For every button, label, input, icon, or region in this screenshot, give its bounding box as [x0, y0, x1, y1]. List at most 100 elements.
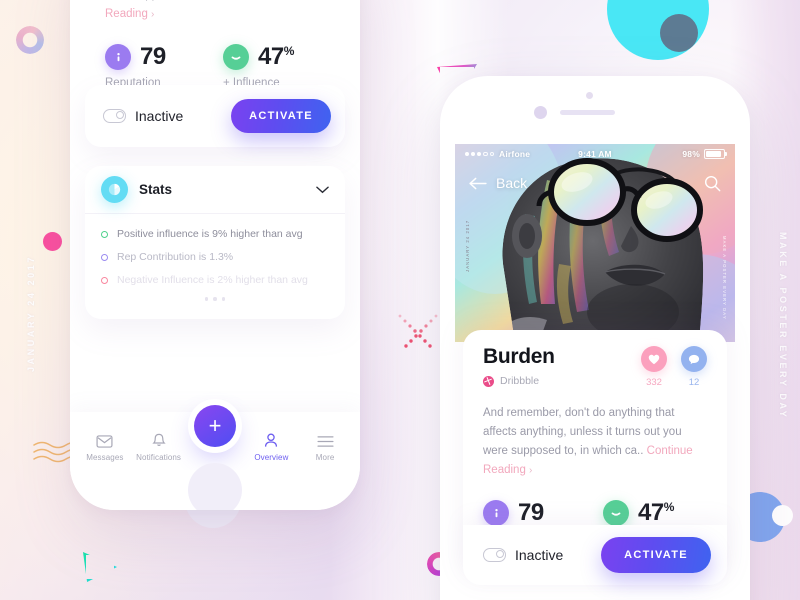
- left-activate-button[interactable]: ACTIVATE: [231, 99, 331, 133]
- left-metric-reputation-value: 79: [140, 43, 166, 70]
- poster-navbar: Back: [455, 166, 735, 200]
- white-dot-decoration: [772, 505, 793, 526]
- stats-row: Rep Contribution is 1.3%: [101, 251, 329, 263]
- right-detail-card: Burden Dribbble 332 12 And remember, don…: [463, 330, 727, 585]
- dotted-cross-decoration: [398, 314, 438, 348]
- status-bar: Airfone 9:41 AM 98%: [455, 144, 735, 164]
- hamburger-icon: [317, 435, 334, 448]
- right-action-bar: Inactive ACTIVATE: [463, 525, 727, 585]
- chevron-right-icon: ›: [151, 9, 155, 20]
- comment-stat[interactable]: 12: [681, 346, 707, 388]
- left-metric-influence: 47% + Influence: [223, 44, 294, 89]
- comment-count: 12: [688, 377, 700, 388]
- back-button[interactable]: Back: [469, 175, 527, 191]
- right-card-title: Burden: [483, 345, 555, 368]
- proximity-sensor-icon: [534, 106, 547, 119]
- chevron-down-icon[interactable]: [316, 186, 329, 194]
- right-metric-influence-number: 47: [638, 499, 664, 526]
- bell-icon: [151, 433, 166, 448]
- earpiece-speaker: [560, 110, 615, 115]
- neutral-face-icon: [603, 500, 629, 526]
- envelope-icon: [96, 435, 113, 448]
- right-inactive-toggle[interactable]: Inactive: [483, 547, 563, 563]
- left-continue-reading-link[interactable]: Continue Reading: [105, 0, 315, 20]
- right-card-body: And remember, don't do anything that aff…: [483, 404, 707, 480]
- stats-card-header[interactable]: Stats: [85, 166, 345, 214]
- right-card-social: 332 12: [641, 346, 707, 388]
- right-metric-influence-suffix: %: [663, 500, 675, 514]
- like-count: 332: [646, 377, 662, 388]
- person-icon: [264, 433, 278, 448]
- tab-overview-label: Overview: [254, 453, 289, 462]
- pager-dot[interactable]: [204, 297, 209, 301]
- back-button-label: Back: [496, 175, 528, 191]
- stats-pager-dots[interactable]: [101, 297, 329, 301]
- tab-more-label: More: [315, 453, 335, 462]
- tab-notifications-label: Notifications: [136, 453, 182, 462]
- left-phone-screen: And remember, don't do anything that aff…: [70, 0, 360, 510]
- left-article-body: And remember, don't do anything that aff…: [105, 0, 325, 24]
- left-metrics: 79 Reputation 47% + Influence: [105, 44, 325, 89]
- left-vertical-date-text: JANUARY 24 2017: [26, 255, 36, 373]
- stats-row: Positive influence is 9% higher than avg: [101, 228, 329, 240]
- stats-row-text: Positive influence is 9% higher than avg: [117, 228, 303, 240]
- neutral-face-icon: [223, 44, 249, 70]
- bullet-pink-icon: [101, 276, 108, 284]
- left-phone-home-button[interactable]: [188, 463, 242, 510]
- arrow-left-icon: [469, 177, 487, 190]
- tab-messages[interactable]: Messages: [78, 435, 132, 462]
- pager-dot[interactable]: [213, 297, 217, 301]
- left-action-card: Inactive ACTIVATE: [85, 85, 345, 147]
- right-card-source[interactable]: Dribbble: [483, 375, 555, 387]
- tab-notifications[interactable]: Notifications: [132, 433, 186, 462]
- right-card-header: Burden Dribbble 332 12: [463, 330, 727, 388]
- right-vertical-tagline-text: MAKE A POSTER EVERY DAY: [778, 232, 788, 420]
- search-icon: [704, 175, 721, 192]
- left-metric-influence-value: 47%: [258, 45, 294, 69]
- stats-card-title: Stats: [139, 182, 173, 197]
- tab-messages-label: Messages: [86, 453, 124, 462]
- right-toggle-label: Inactive: [515, 547, 564, 563]
- comment-icon: [681, 346, 707, 372]
- info-icon: [105, 44, 131, 70]
- left-inactive-toggle[interactable]: Inactive: [103, 108, 183, 124]
- bullet-green-icon: [101, 230, 108, 238]
- toggle-switch-icon[interactable]: [103, 109, 126, 123]
- pager-dot[interactable]: [221, 297, 226, 301]
- right-metric-influence-value: 47%: [638, 501, 674, 525]
- gradient-ring-decoration-top-left: [16, 26, 44, 54]
- tab-overview[interactable]: Overview: [245, 433, 299, 462]
- dribbble-icon: [483, 375, 494, 387]
- like-stat[interactable]: 332: [641, 346, 667, 388]
- left-metric-reputation: 79 Reputation: [105, 44, 223, 89]
- left-metric-influence-number: 47: [258, 43, 284, 70]
- screenshot-stage: JANUARY 24 2017 MAKE A POSTER EVERY DAY …: [0, 0, 800, 600]
- stats-list: Positive influence is 9% higher than avg…: [85, 214, 345, 301]
- stats-card: Stats Positive influence is 9% higher th…: [85, 166, 345, 319]
- bullet-purple-icon: [101, 253, 108, 261]
- add-button-fab[interactable]: +: [194, 405, 236, 447]
- battery-icon: [704, 148, 727, 160]
- left-article-card: And remember, don't do anything that aff…: [85, 0, 345, 92]
- right-activate-button[interactable]: ACTIVATE: [601, 537, 711, 573]
- chevron-right-icon: ›: [529, 465, 533, 476]
- svg-text:JANUARY 24 2017: JANUARY 24 2017: [465, 220, 470, 272]
- stats-row: Negative Influence is 2% higher than avg: [101, 274, 329, 286]
- poster-image-container: JANUARY 24 2017 MAKE A POSTER EVERY DAY …: [455, 144, 735, 342]
- right-card-source-label: Dribbble: [500, 375, 540, 387]
- battery-status: 98%: [682, 148, 727, 160]
- heart-icon: [641, 346, 667, 372]
- toggle-switch-icon[interactable]: [483, 548, 506, 562]
- right-metric-reputation-value: 79: [518, 499, 544, 526]
- left-toggle-label: Inactive: [135, 108, 184, 124]
- pie-chart-icon: [101, 176, 128, 203]
- search-button[interactable]: [704, 175, 721, 192]
- stats-row-text: Rep Contribution is 1.3%: [117, 251, 234, 263]
- stats-row-text: Negative Influence is 2% higher than avg: [117, 274, 308, 286]
- tab-more[interactable]: More: [298, 435, 352, 462]
- svg-text:MAKE A POSTER EVERY DAY: MAKE A POSTER EVERY DAY: [722, 236, 727, 320]
- slate-circle-decoration: [660, 14, 698, 52]
- pink-dot-decoration: [43, 232, 62, 251]
- front-camera-icon: [586, 92, 593, 99]
- left-metric-influence-suffix: %: [283, 44, 295, 58]
